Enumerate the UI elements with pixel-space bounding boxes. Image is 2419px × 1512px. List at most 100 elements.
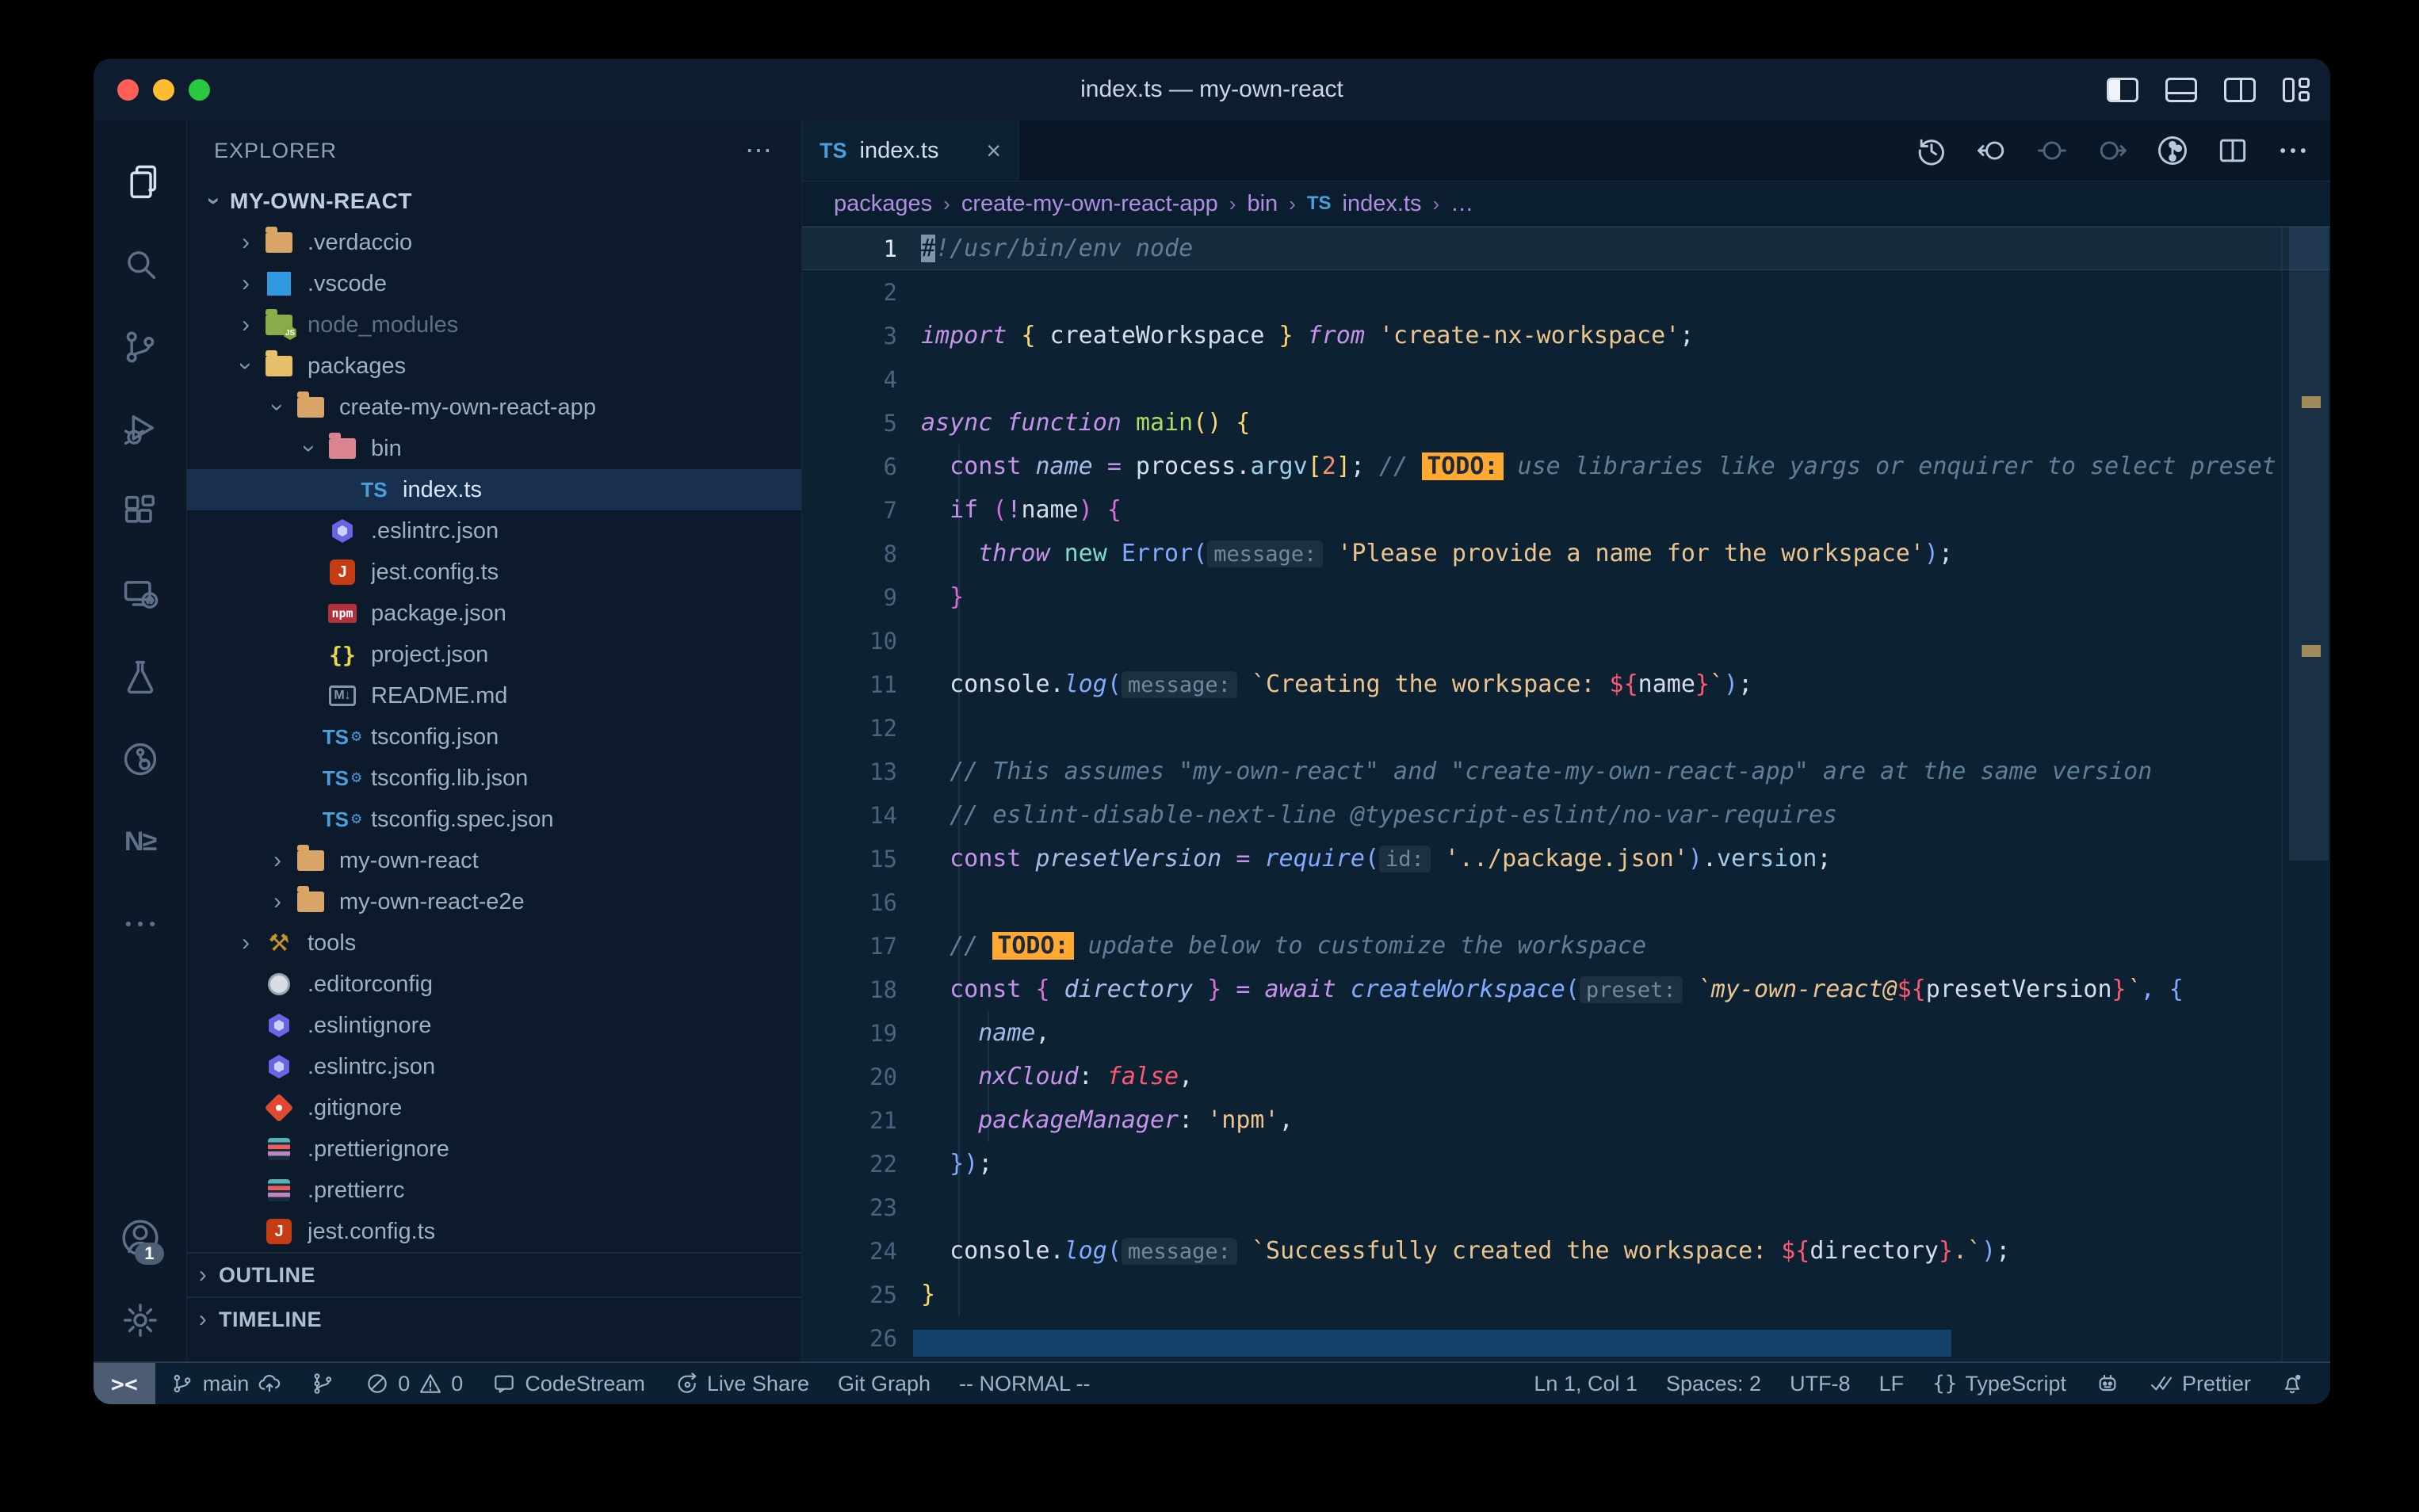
code-line-9[interactable]: 9 } <box>802 575 2330 619</box>
line-number[interactable]: 12 <box>802 715 921 742</box>
navigate-back-icon[interactable] <box>1974 132 2010 169</box>
status-indentation[interactable]: Spaces: 2 <box>1652 1363 1775 1404</box>
line-number[interactable]: 13 <box>802 758 921 785</box>
code-line-3[interactable]: 3import { createWorkspace } from 'create… <box>802 314 2330 357</box>
line-number[interactable]: 6 <box>802 453 921 480</box>
chevron-right-icon[interactable]: › <box>262 888 293 915</box>
chevron-right-icon[interactable]: › <box>230 930 262 956</box>
status-live-share[interactable]: Live Share <box>659 1363 824 1404</box>
line-number[interactable]: 21 <box>802 1107 921 1134</box>
close-tab-icon[interactable]: × <box>986 136 1001 166</box>
activity-nx-console-icon[interactable]: N≥ <box>115 800 166 883</box>
activity-settings-icon[interactable] <box>115 1279 166 1361</box>
code-line-22[interactable]: 22 }); <box>802 1142 2330 1186</box>
tree-item-tools[interactable]: ›⚒tools <box>187 922 801 964</box>
line-number[interactable]: 5 <box>802 410 921 437</box>
line-number[interactable]: 16 <box>802 889 921 916</box>
line-number[interactable]: 14 <box>802 802 921 829</box>
code-line-20[interactable]: 20 nxCloud: false, <box>802 1055 2330 1098</box>
toggle-panel-icon[interactable] <box>2165 78 2197 102</box>
code-line-7[interactable]: 7 if (!name) { <box>802 488 2330 532</box>
code-line-21[interactable]: 21 packageManager: 'npm', <box>802 1098 2330 1142</box>
activity-more-views-icon[interactable] <box>115 883 166 965</box>
tree-item-bin[interactable]: ›bin <box>187 428 801 469</box>
code-line-13[interactable]: 13 // This assumes "my-own-react" and "c… <box>802 750 2330 793</box>
navigate-forward-icon[interactable] <box>2094 132 2130 169</box>
code-line-25[interactable]: 25} <box>802 1273 2330 1316</box>
code-line-24[interactable]: 24 console.log(message: `Successfully cr… <box>802 1229 2330 1273</box>
tree-item-tsconfig-spec-json[interactable]: TS⚙tsconfig.spec.json <box>187 799 801 840</box>
status-vim-mode[interactable]: -- NORMAL -- <box>945 1363 1104 1404</box>
line-number[interactable]: 19 <box>802 1020 921 1047</box>
tab-index-ts[interactable]: TS index.ts × <box>802 120 1019 181</box>
status-problems[interactable]: 00 <box>350 1363 477 1404</box>
tree-item-create-my-own-react-app[interactable]: ›create-my-own-react-app <box>187 387 801 428</box>
activity-explorer-icon[interactable] <box>115 141 166 223</box>
code-line-12[interactable]: 12 <box>802 706 2330 750</box>
tree-item--prettierrc[interactable]: .prettierrc <box>187 1170 801 1211</box>
tree-item--vscode[interactable]: ›.vscode <box>187 263 801 304</box>
tree-item--eslintrc-json[interactable]: .eslintrc.json <box>187 1046 801 1087</box>
tree-item-my-own-react-e2e[interactable]: ›my-own-react-e2e <box>187 881 801 922</box>
breadcrumb-item[interactable]: bin <box>1247 191 1278 217</box>
tree-item--editorconfig[interactable]: .editorconfig <box>187 964 801 1005</box>
tree-item--eslintrc-json[interactable]: .eslintrc.json <box>187 510 801 552</box>
tree-item--eslintignore[interactable]: .eslintignore <box>187 1005 801 1046</box>
code-line-6[interactable]: 6 const name = process.argv[2]; // TODO:… <box>802 445 2330 488</box>
line-number[interactable]: 24 <box>802 1238 921 1265</box>
line-number[interactable]: 26 <box>802 1325 921 1352</box>
chevron-right-icon[interactable]: › <box>262 847 293 874</box>
status-eol-sequence[interactable]: LF <box>1865 1363 1919 1404</box>
status-git-graph-view[interactable]: Git Graph <box>824 1363 945 1404</box>
code-line-19[interactable]: 19 name, <box>802 1011 2330 1055</box>
breadcrumb-item[interactable]: create-my-own-react-app <box>961 191 1218 217</box>
activity-testing-icon[interactable] <box>115 636 166 718</box>
code-line-17[interactable]: 17 // TODO: update below to customize th… <box>802 924 2330 968</box>
status-remote-indicator[interactable]: >< <box>94 1363 155 1404</box>
code-line-10[interactable]: 10 <box>802 619 2330 662</box>
tree-item-node-modules[interactable]: ›JSnode_modules <box>187 304 801 346</box>
chevron-down-icon[interactable]: › <box>296 433 323 464</box>
activity-source-control-icon[interactable] <box>115 306 166 388</box>
tree-item-index-ts[interactable]: TSindex.ts <box>187 469 801 510</box>
code-line-8[interactable]: 8 throw new Error(message: 'Please provi… <box>802 532 2330 575</box>
status-prettier[interactable]: Prettier <box>2134 1363 2265 1404</box>
split-editor-icon[interactable] <box>2215 132 2251 169</box>
activity-accounts-icon[interactable]: 1 <box>115 1197 166 1279</box>
titlebar[interactable]: index.ts — my-own-react <box>94 59 2330 120</box>
line-number[interactable]: 4 <box>802 366 921 393</box>
tree-item-packages[interactable]: ›packages <box>187 346 801 387</box>
code-editor[interactable]: 1#!/usr/bin/env node23import { createWor… <box>802 227 2330 1361</box>
activity-search-icon[interactable] <box>115 223 166 306</box>
sidebar-section-timeline[interactable]: ›TIMELINE <box>187 1296 801 1341</box>
status-git-branch[interactable]: main <box>155 1363 297 1404</box>
tree-item-jest-config-ts[interactable]: Jjest.config.ts <box>187 552 801 593</box>
line-number[interactable]: 17 <box>802 933 921 960</box>
toggle-secondary-sidebar-icon[interactable] <box>2224 78 2256 102</box>
status-notifications-bell[interactable] <box>2265 1363 2319 1404</box>
line-number[interactable]: 22 <box>802 1151 921 1178</box>
line-number[interactable]: 8 <box>802 540 921 567</box>
breadcrumb-item[interactable]: … <box>1450 191 1473 217</box>
tree-item--verdaccio[interactable]: ›.verdaccio <box>187 222 801 263</box>
line-number[interactable]: 9 <box>802 584 921 611</box>
tree-item-tsconfig-lib-json[interactable]: TS⚙tsconfig.lib.json <box>187 758 801 799</box>
chevron-down-icon[interactable]: › <box>232 350 259 382</box>
status-codestream[interactable]: CodeStream <box>477 1363 659 1404</box>
line-number[interactable]: 3 <box>802 323 921 349</box>
line-number[interactable]: 1 <box>802 235 921 262</box>
tree-item-tsconfig-json[interactable]: TS⚙tsconfig.json <box>187 716 801 758</box>
status-git-graph-button[interactable] <box>296 1363 350 1404</box>
code-line-5[interactable]: 5async function main() { <box>802 401 2330 445</box>
code-line-18[interactable]: 18 const { directory } = await createWor… <box>802 968 2330 1011</box>
code-line-1[interactable]: 1#!/usr/bin/env node <box>802 227 2330 270</box>
chevron-right-icon[interactable]: › <box>230 311 262 338</box>
code-line-11[interactable]: 11 console.log(message: `Creating the wo… <box>802 662 2330 706</box>
activity-run-debug-icon[interactable] <box>115 388 166 471</box>
tree-item-jest-config-ts[interactable]: Jjest.config.ts <box>187 1211 801 1252</box>
toggle-primary-sidebar-icon[interactable] <box>2107 78 2138 102</box>
line-number[interactable]: 7 <box>802 497 921 524</box>
status-feedback-smiley[interactable] <box>2081 1363 2134 1404</box>
vertical-scrollbar[interactable] <box>2289 227 2329 861</box>
activity-gitlens-icon[interactable] <box>115 718 166 800</box>
